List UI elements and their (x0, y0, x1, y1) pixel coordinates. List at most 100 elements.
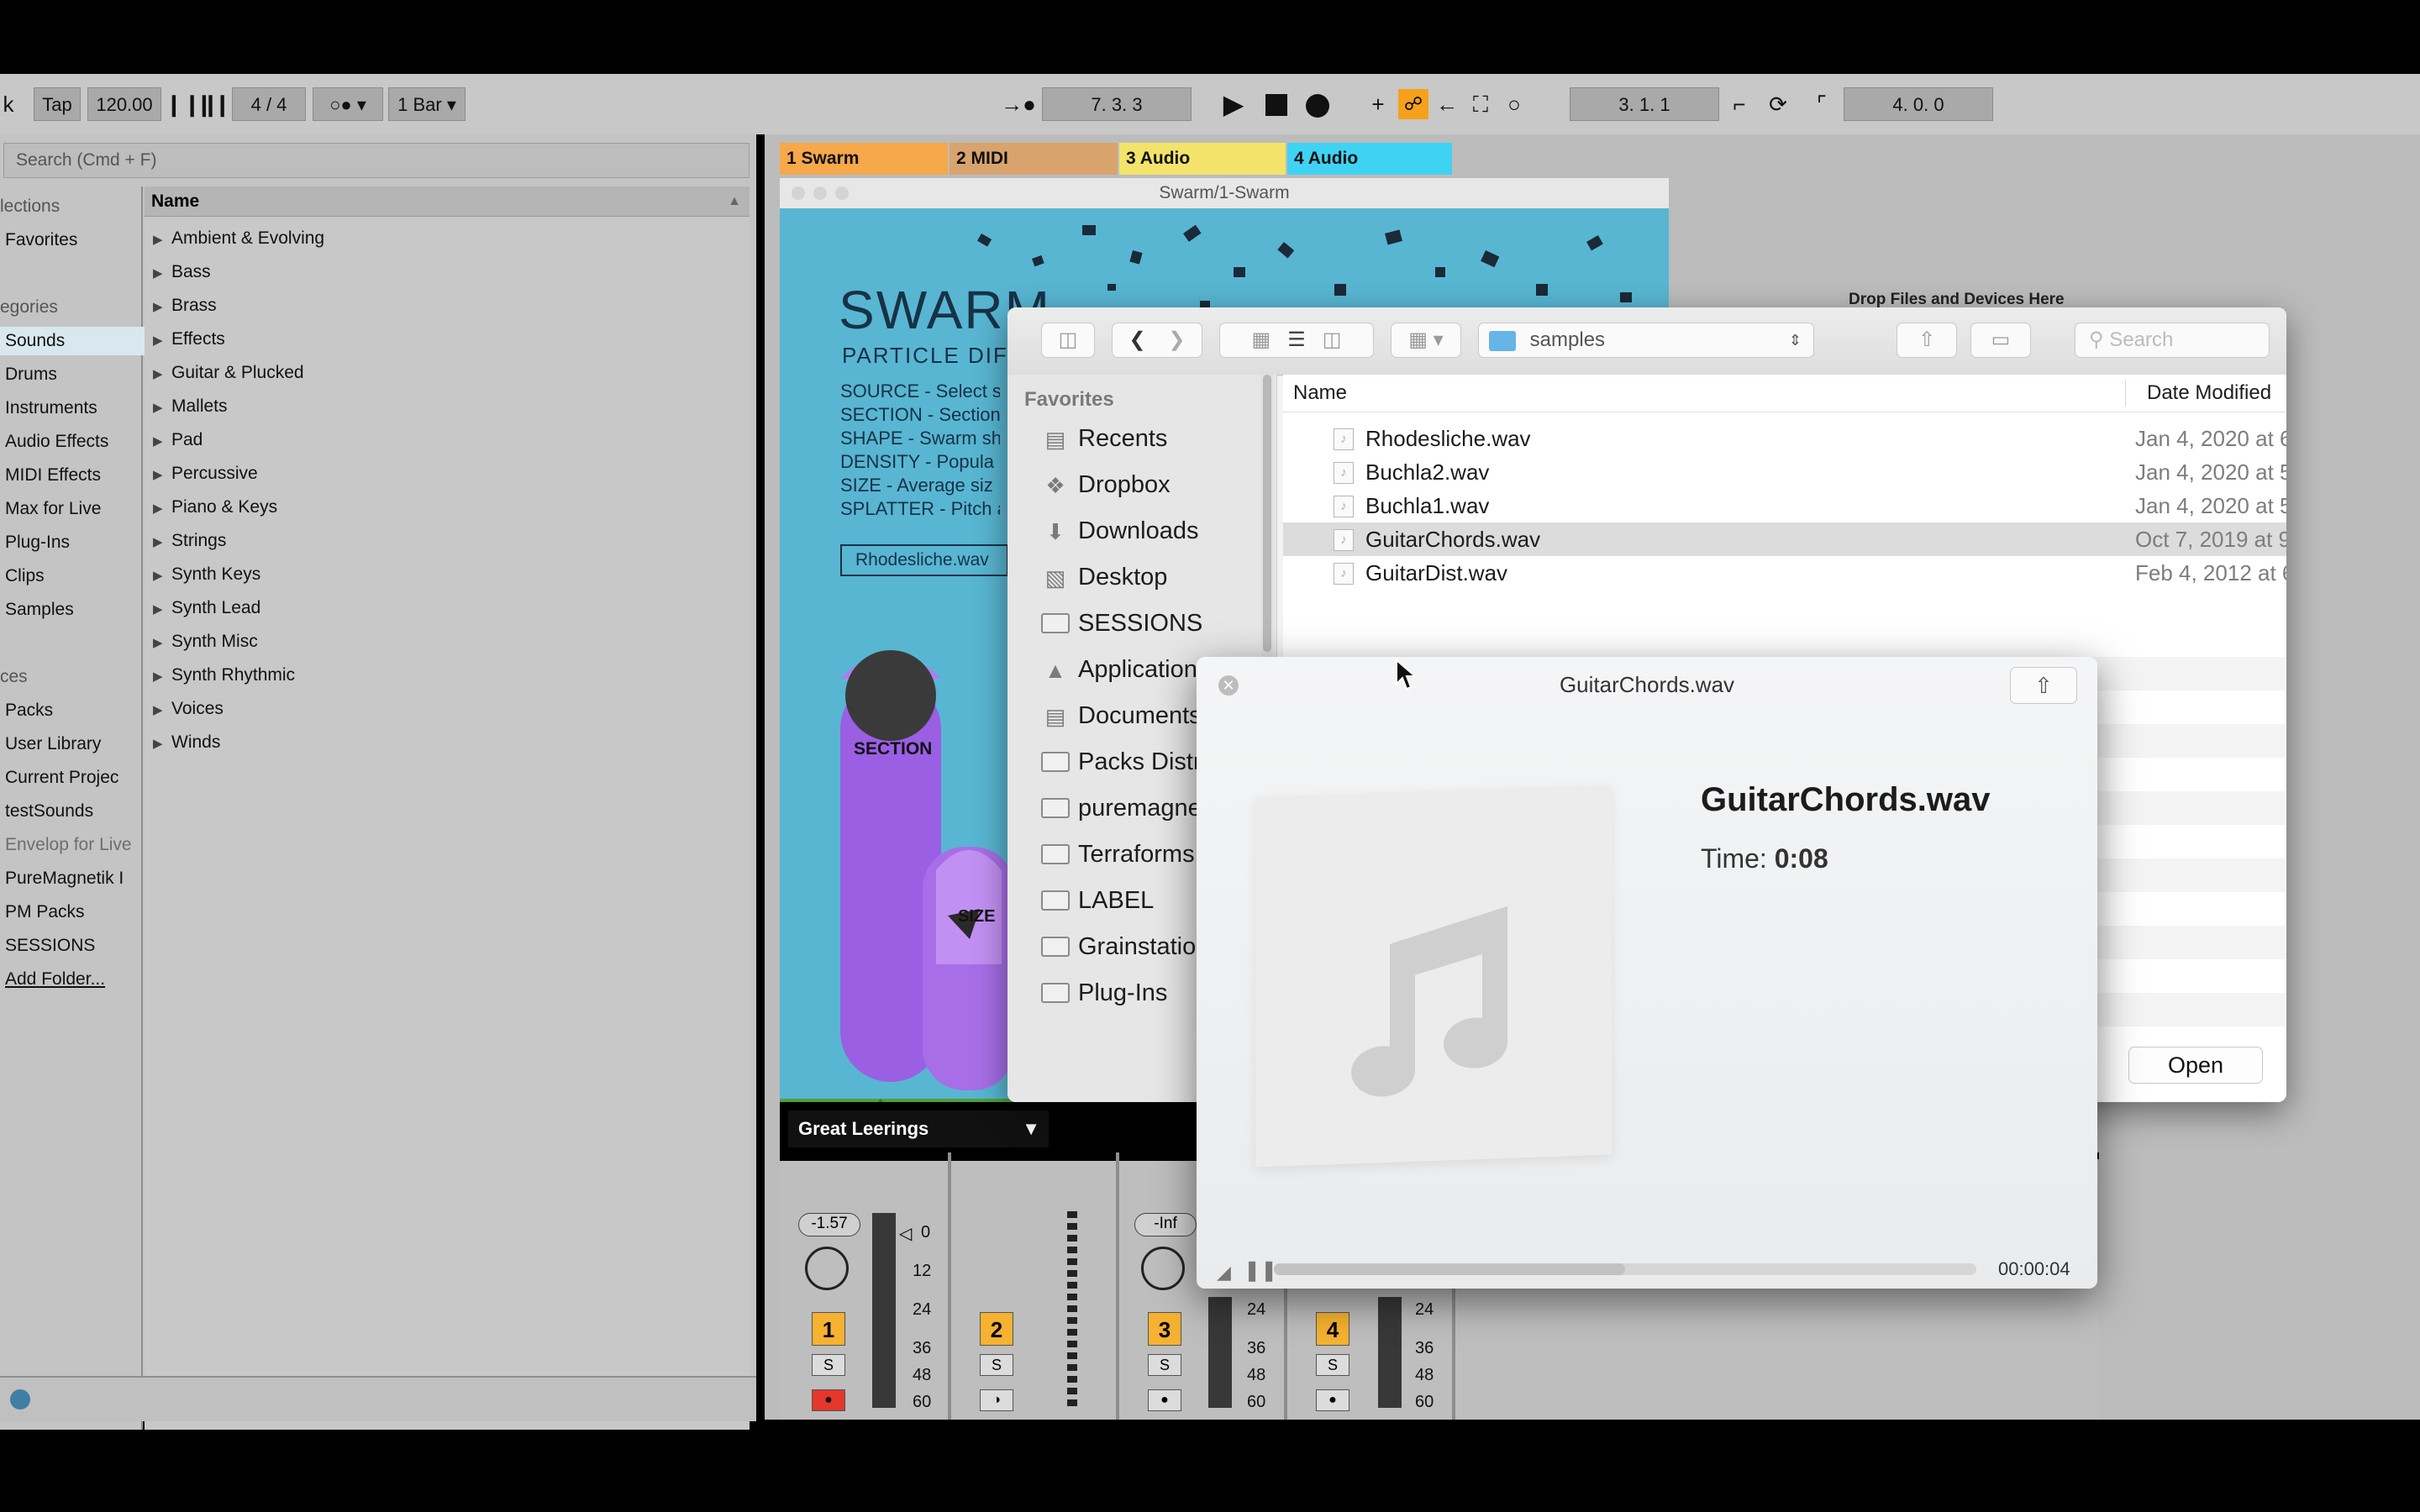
list-item[interactable]: ▶ Percussive (153, 464, 258, 484)
sidebar-item-packs[interactable]: Packs (5, 701, 53, 721)
col-header-date[interactable]: Date Modified (2147, 375, 2271, 412)
play-icon[interactable]: ▶ (1220, 87, 1247, 121)
sidebar-item-sessions[interactable]: SESSIONS (5, 936, 95, 956)
table-row[interactable]: ♪ Buchla2.wav Jan 4, 2020 at 5:45 (1283, 455, 2286, 489)
tempo-field[interactable]: 120.00 (87, 87, 161, 121)
list-item[interactable]: ▶ Piano & Keys (153, 497, 277, 517)
list-item[interactable]: ▶ Mallets (153, 396, 228, 417)
loop-length-field[interactable]: 4. 0. 0 (1844, 87, 1993, 121)
icon-view-icon[interactable]: ▦ (1252, 328, 1271, 351)
list-item[interactable]: ▶ Brass (153, 296, 217, 316)
forward-icon[interactable]: ❯ (1168, 328, 1185, 351)
view-mode-buttons[interactable]: ▦ ☰ ◫ (1219, 323, 1374, 358)
tap-button[interactable]: Tap (34, 87, 81, 121)
tag-icon[interactable]: ▭ (1970, 323, 2031, 358)
arm-button-3[interactable]: ● (1148, 1389, 1181, 1411)
column-separator[interactable] (2125, 380, 2126, 407)
solo-button-1[interactable]: S (812, 1354, 845, 1376)
sidebar-item-favorites[interactable]: Favorites (5, 230, 77, 250)
list-item[interactable]: ▶ Ambient & Evolving (153, 228, 324, 249)
loop-switch-icon[interactable]: ⟳ (1760, 87, 1797, 121)
stop-icon[interactable] (1265, 94, 1287, 116)
sidebar-item-audio-effects[interactable]: Audio Effects (5, 432, 108, 452)
list-item[interactable]: ▶ Guitar & Plucked (153, 363, 304, 383)
sidebar-item-current-project[interactable]: Current Projec (5, 768, 118, 788)
track-header-1[interactable]: 1 Swarm (780, 143, 948, 175)
list-item[interactable]: ▶ Effects (153, 329, 225, 349)
table-row[interactable]: ♪ GuitarDist.wav Feb 4, 2012 at 6:49 (1283, 556, 2286, 590)
arm-button-1[interactable]: ● (812, 1389, 845, 1411)
sidebar-item-samples[interactable]: Samples (5, 600, 74, 620)
sidebar-item-envelop[interactable]: Envelop for Live (5, 835, 132, 855)
preset-dropdown[interactable]: Great Leerings ▼ (788, 1110, 1049, 1147)
track-activator-1[interactable]: 1 (812, 1312, 845, 1346)
automation-arm-icon[interactable]: ☍ (1398, 89, 1428, 119)
volume-icon[interactable]: ◢ (1217, 1262, 1231, 1284)
location-popup[interactable]: samples ⇕ (1478, 323, 1814, 358)
name-column-header[interactable]: Name ▲ (145, 186, 750, 217)
track-activator-2[interactable]: 2 (980, 1312, 1013, 1346)
meter-pointer-icon[interactable]: ◁ (899, 1223, 912, 1244)
capture-icon[interactable]: ⛶ (1465, 87, 1496, 121)
playback-scrubber[interactable] (1274, 1263, 1976, 1275)
sidebar-item-puremagnetik[interactable]: PureMagnetik I (5, 869, 124, 889)
pause-icon[interactable]: ❚❚ (1244, 1258, 1277, 1283)
record-icon[interactable] (1306, 94, 1329, 118)
list-item[interactable]: ▶ Synth Rhythmic (153, 665, 295, 685)
open-button[interactable]: Open (2128, 1047, 2263, 1084)
session-record-icon[interactable]: ○ (1501, 87, 1528, 121)
quantize-dropdown[interactable]: 1 Bar ▾ (388, 87, 466, 121)
zoom-icon[interactable] (835, 186, 849, 200)
sidebar-item-sounds[interactable]: Sounds (0, 327, 145, 355)
list-item[interactable]: ▶ Pad (153, 430, 203, 450)
volume-readout-3[interactable]: -Inf (1134, 1213, 1197, 1236)
preview-toggle-icon[interactable] (10, 1389, 30, 1410)
song-position-field[interactable]: 7. 3. 3 (1042, 87, 1192, 121)
list-item[interactable]: ▶ Winds (153, 732, 220, 753)
back-forward-buttons[interactable]: ❮ ❯ (1112, 323, 1202, 358)
col-header-name[interactable]: Name (1293, 375, 1347, 412)
pan-knob-1[interactable] (805, 1247, 849, 1290)
share-icon[interactable]: ⇧ (2010, 667, 2077, 704)
column-view-icon[interactable]: ◫ (1323, 328, 1342, 351)
punch-out-icon[interactable]: ⌜ (1807, 87, 1837, 121)
track-header-4[interactable]: 4 Audio (1287, 143, 1452, 175)
list-item[interactable]: ▶ Strings (153, 531, 226, 551)
arm-button-2[interactable]: ◑ (980, 1389, 1013, 1411)
arm-button-4[interactable]: ● (1316, 1389, 1349, 1411)
sidebar-item-plug-ins[interactable]: Plug-Ins (5, 533, 70, 553)
list-item[interactable]: ▶ Voices (153, 699, 224, 719)
sidebar-item-instruments[interactable]: Instruments (5, 398, 97, 418)
solo-button-2[interactable]: S (980, 1354, 1013, 1376)
pan-knob-3[interactable] (1141, 1247, 1185, 1290)
back-icon[interactable]: ❮ (1129, 328, 1146, 351)
overdub-icon[interactable]: + (1365, 87, 1392, 121)
track-activator-3[interactable]: 3 (1148, 1312, 1181, 1346)
sidebar-toggle-icon[interactable]: ◫ (1041, 323, 1095, 358)
add-folder-link[interactable]: Add Folder... (5, 969, 105, 990)
list-item[interactable]: ▶ Bass (153, 262, 211, 282)
solo-button-4[interactable]: S (1316, 1354, 1349, 1376)
nudge-down-icon[interactable]: ❙❙❙ (165, 87, 219, 121)
volume-readout-1[interactable]: -1.57 (798, 1213, 860, 1236)
table-row[interactable]: ♪ Buchla1.wav Jan 4, 2020 at 5:06 (1283, 489, 2286, 522)
metronome-button[interactable]: ○● ▾ (313, 87, 383, 121)
loop-start-field[interactable]: 3. 1. 1 (1570, 87, 1719, 121)
scroll-thumb[interactable] (1263, 375, 1271, 652)
sidebar-item-user-library[interactable]: User Library (5, 734, 101, 754)
list-item[interactable]: ▶ Synth Lead (153, 598, 260, 618)
share-icon[interactable]: ⇧ (1897, 323, 1957, 358)
source-sample-field[interactable]: Rhodesliche.wav (840, 544, 1008, 576)
list-item[interactable]: ▶ Synth Keys (153, 564, 260, 585)
list-view-icon[interactable]: ☰ (1287, 328, 1306, 351)
list-item[interactable]: ▶ Synth Misc (153, 632, 258, 652)
sidebar-item-testsounds[interactable]: testSounds (5, 801, 93, 822)
dialog-search-input[interactable]: ⚲ Search (2075, 323, 2270, 358)
sidebar-item-drums[interactable]: Drums (5, 365, 57, 385)
minimize-icon[interactable] (813, 186, 827, 200)
solo-button-3[interactable]: S (1148, 1354, 1181, 1376)
track-header-2[interactable]: 2 MIDI (950, 143, 1118, 175)
table-row-selected[interactable]: ♪ GuitarChords.wav Oct 7, 2019 at 9:49 (1283, 522, 2286, 556)
sidebar-item-max-for-live[interactable]: Max for Live (5, 499, 101, 519)
sidebar-item-pm-packs[interactable]: PM Packs (5, 902, 85, 922)
